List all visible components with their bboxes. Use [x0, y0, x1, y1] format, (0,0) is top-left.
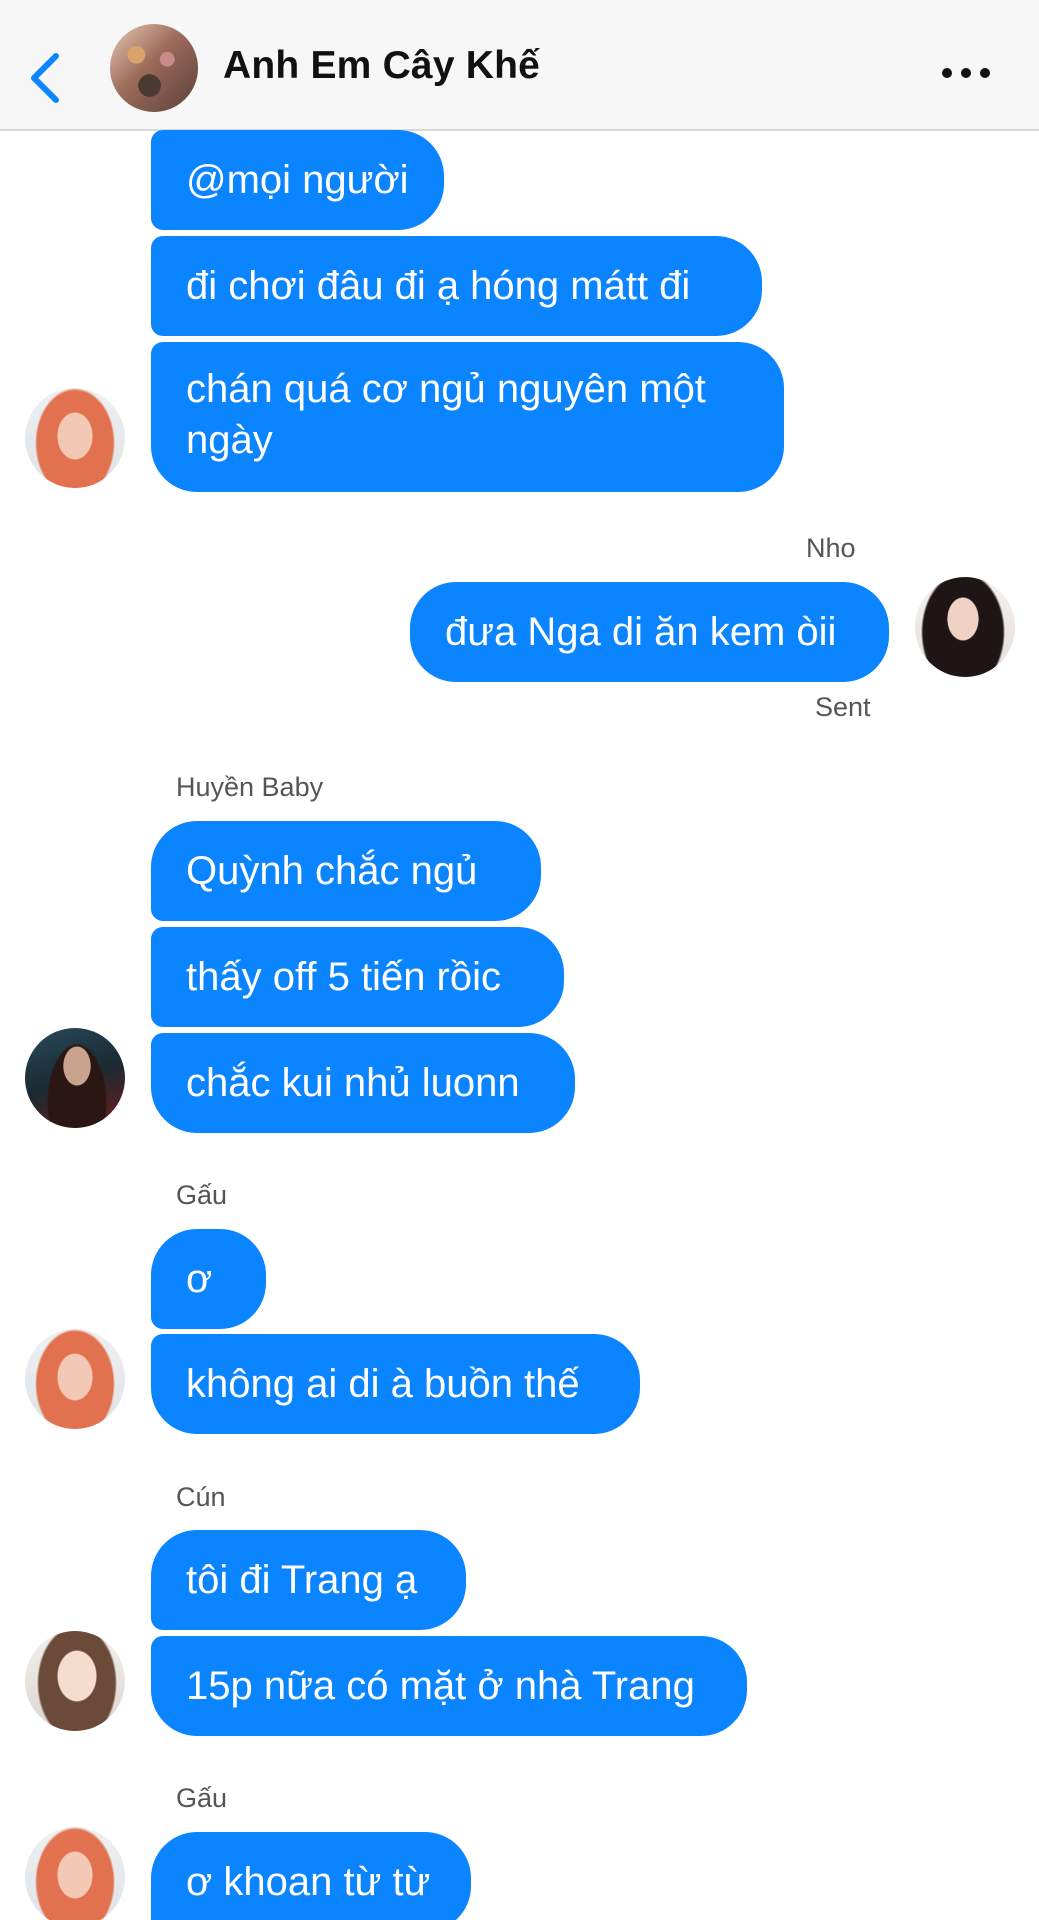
sender-name: Cún — [176, 1482, 226, 1512]
sent-status: Sent — [815, 692, 871, 722]
message-bubble[interactable]: đi chơi đâu đi ạ hóng mátt đi — [151, 236, 762, 336]
message-text: đi chơi đâu đi ạ hóng mátt đi — [186, 263, 691, 308]
message-text: chắc kui nhủ luonn — [186, 1060, 520, 1105]
sender-avatar[interactable] — [25, 1631, 125, 1731]
message-text: thấy off 5 tiến rồic — [186, 954, 501, 999]
message-text: @mọi người — [186, 157, 409, 202]
message-text: ơ — [186, 1256, 213, 1301]
message-text: 15p nữa có mặt ở nhà Trang — [186, 1663, 695, 1708]
message-text: đưa Nga di ăn kem òii — [445, 609, 837, 654]
sender-name: Huyền Baby — [176, 772, 324, 802]
message-text: chán quá cơ ngủ nguyên một — [186, 367, 706, 411]
chevron-left-icon — [31, 53, 59, 103]
message-bubble[interactable]: Quỳnh chắc ngủ — [151, 821, 541, 921]
message-bubble[interactable]: chán quá cơ ngủ nguyên một ngày — [151, 342, 784, 492]
more-options-button[interactable] — [940, 64, 992, 80]
sender-avatar[interactable] — [25, 1329, 125, 1429]
chat-header: Anh Em Cây Khế — [0, 0, 1039, 131]
group-title[interactable]: Anh Em Cây Khế — [223, 44, 540, 88]
sender-avatar[interactable] — [25, 1028, 125, 1128]
sender-name: Gấu — [176, 1783, 228, 1813]
sender-avatar[interactable] — [25, 1827, 125, 1920]
group-avatar[interactable] — [110, 24, 198, 112]
sender-name: Gấu — [176, 1180, 228, 1210]
message-bubble[interactable]: ơ khoan từ từ — [151, 1832, 471, 1920]
message-bubble[interactable]: ơ — [151, 1229, 266, 1329]
chat-screen: Anh Em Cây Khế @mọi người đi chơi đâu đi… — [0, 0, 1039, 1920]
message-bubble[interactable]: @mọi người — [151, 130, 444, 230]
message-text: tôi đi Trang ạ — [186, 1557, 418, 1602]
more-horizontal-icon — [942, 68, 952, 78]
message-text: ngày — [186, 418, 273, 462]
message-bubble[interactable]: chắc kui nhủ luonn — [151, 1033, 575, 1133]
message-text: không ai di à buồn thế — [186, 1361, 580, 1406]
message-bubble[interactable]: 15p nữa có mặt ở nhà Trang — [151, 1636, 747, 1736]
message-bubble[interactable]: thấy off 5 tiến rồic — [151, 927, 564, 1027]
message-bubble[interactable]: tôi đi Trang ạ — [151, 1530, 466, 1630]
own-avatar[interactable] — [915, 577, 1015, 677]
message-bubble[interactable]: không ai di à buồn thế — [151, 1334, 640, 1434]
outgoing-message-bubble[interactable]: đưa Nga di ăn kem òii — [410, 582, 889, 682]
message-text: Quỳnh chắc ngủ — [186, 848, 478, 893]
back-button[interactable] — [26, 48, 66, 108]
sender-name: Nho — [806, 533, 856, 563]
sender-avatar[interactable] — [25, 388, 125, 488]
message-text: ơ khoan từ từ — [186, 1859, 431, 1904]
